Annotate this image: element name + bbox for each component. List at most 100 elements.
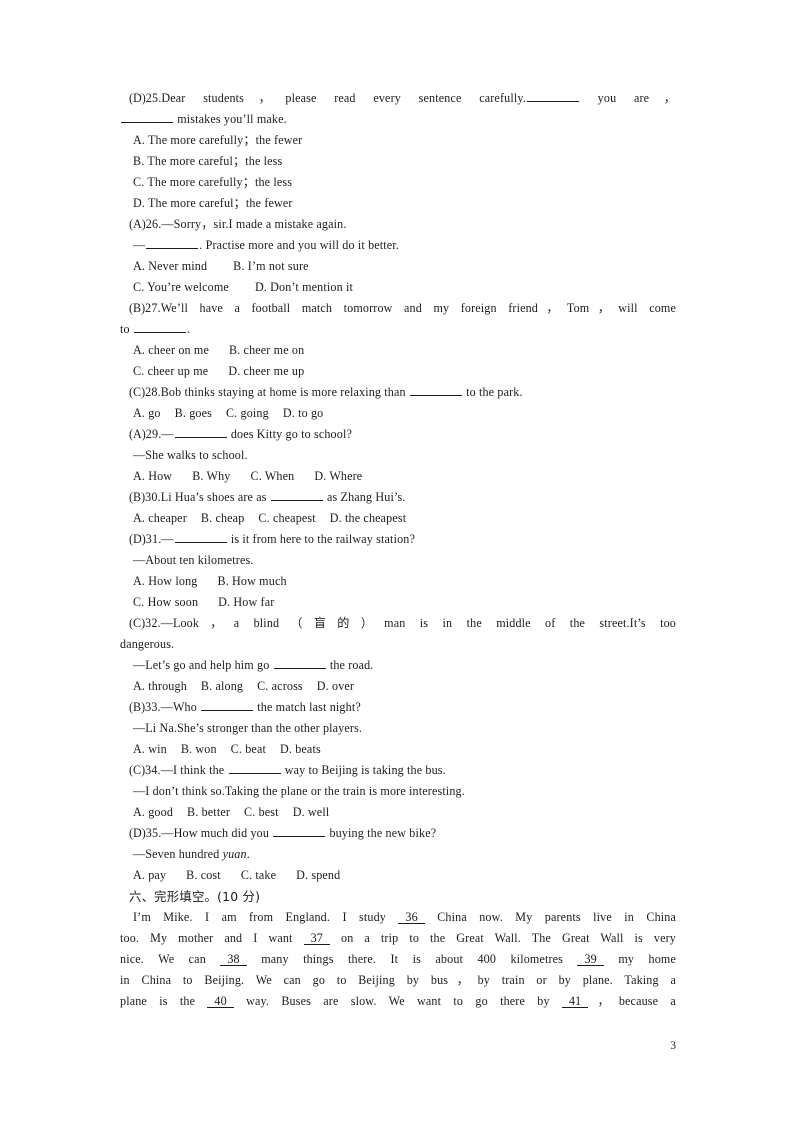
cloze-line5-a: plane is the — [120, 994, 196, 1008]
q34-option-c[interactable]: C. best — [244, 805, 279, 819]
q34-option-b[interactable]: B. better — [187, 805, 230, 819]
q31-option-b[interactable]: B. How much — [217, 574, 286, 588]
q27-option-d[interactable]: D. cheer me up — [228, 364, 304, 378]
q30-options-row-1: A. cheaper B. cheap C. cheapest D. the chea… — [120, 508, 676, 529]
cloze-blank-38[interactable]: 38 — [220, 953, 247, 967]
q32-option-a[interactable]: A. through — [133, 679, 187, 693]
q27-option-a[interactable]: A. cheer on me — [133, 343, 209, 357]
q30-option-b[interactable]: B. cheap — [201, 511, 245, 525]
q25-option-a[interactable]: A. The more carefully；the fewer — [120, 130, 676, 151]
q25-stem-text: Dear students，please read every sentence… — [161, 91, 526, 105]
q31-option-d[interactable]: D. How far — [218, 595, 274, 609]
cloze-line5-c: ，because a — [588, 994, 676, 1008]
q33-option-c[interactable]: C. beat — [231, 742, 266, 756]
q26-reply-suffix: . Practise more and you will do it bette… — [199, 238, 400, 252]
q34-options-row-1: A. good B. better C. best D. well — [120, 802, 676, 823]
q29-stem-prefix: — — [161, 427, 174, 441]
q33-option-d[interactable]: D. beats — [280, 742, 321, 756]
q26-option-d[interactable]: D. Don’t mention it — [255, 280, 353, 294]
q25-option-b[interactable]: B. The more careful；the less — [120, 151, 676, 172]
q28-option-c[interactable]: C. going — [226, 406, 269, 420]
q26-stem-text: —Sorry，sir.I made a mistake again. — [161, 217, 347, 231]
question-34-stem: (C)34.—I think the way to Beijing is tak… — [120, 760, 676, 781]
q32-option-d[interactable]: D. over — [317, 679, 354, 693]
q28-option-a[interactable]: A. go — [133, 406, 161, 420]
q26-options-row-1: A. Never mind B. I’m not sure — [120, 256, 676, 277]
q32-reply-prefix: —Let’s go and help him go — [133, 658, 270, 672]
q34-option-a[interactable]: A. good — [133, 805, 173, 819]
q25-blank-2 — [121, 111, 173, 123]
q35-option-b[interactable]: B. cost — [186, 868, 221, 882]
q33-option-a[interactable]: A. win — [133, 742, 167, 756]
q29-option-a[interactable]: A. How — [133, 469, 172, 483]
q31-stem-suffix: is it from here to the railway station? — [230, 532, 415, 546]
cloze-line1-b: China now. My parents live in China — [437, 910, 677, 924]
q32-option-b[interactable]: B. along — [201, 679, 243, 693]
q33-option-b[interactable]: B. won — [181, 742, 217, 756]
q28-blank — [409, 384, 462, 396]
q27-number: 27. — [145, 301, 161, 315]
q26-option-c[interactable]: C. You’re welcome — [133, 280, 229, 294]
q30-option-c[interactable]: C. cheapest — [258, 511, 315, 525]
q26-blank — [146, 237, 199, 249]
q27-blank — [133, 321, 186, 333]
cloze-blank-37[interactable]: 37 — [303, 932, 330, 946]
q30-stem-text-2: as Zhang Hui’s. — [327, 490, 406, 504]
q30-option-d[interactable]: D. the cheapest — [330, 511, 406, 525]
q30-blank — [270, 489, 323, 501]
q33-stem-suffix: the match last night? — [257, 700, 361, 714]
q27-options-row-1: A. cheer on me B. cheer me on — [120, 340, 676, 361]
q35-answer-suffix: . — [246, 847, 250, 861]
q30-option-a[interactable]: A. cheaper — [133, 511, 187, 525]
question-32-stem: (C)32.—Look，a blind（盲的）man is in the mid… — [120, 613, 676, 634]
question-31-stem: (D)31.— is it from here to the railway s… — [120, 529, 676, 550]
q25-blank-1 — [526, 90, 579, 102]
q32-reply-line: —Let’s go and help him go the road. — [120, 655, 676, 676]
q35-blank — [273, 825, 326, 837]
q28-options-row-1: A. go B. goes C. going D. to go — [120, 403, 676, 424]
q35-option-d[interactable]: D. spend — [296, 868, 340, 882]
q29-option-c[interactable]: C. When — [251, 469, 295, 483]
cloze-blank-39[interactable]: 39 — [577, 953, 604, 967]
q27-option-b[interactable]: B. cheer me on — [229, 343, 304, 357]
cloze-blank-36[interactable]: 36 — [398, 911, 425, 925]
q31-options-row-2: C. How soon D. How far — [120, 592, 676, 613]
q28-option-d[interactable]: D. to go — [283, 406, 324, 420]
page-number: 3 — [670, 1040, 676, 1052]
cloze-blank-41[interactable]: 41 — [561, 995, 589, 1009]
cloze-line3-a: nice. We can — [120, 952, 206, 966]
q34-answer-line: —I don’t think so.Taking the plane or th… — [133, 784, 465, 798]
q25-number: 25. — [145, 91, 162, 105]
q27-option-c[interactable]: C. cheer up me — [133, 364, 208, 378]
question-27-stem-continued: to . — [120, 319, 676, 340]
q35-option-a[interactable]: A. pay — [133, 868, 166, 882]
q35-option-c[interactable]: C. take — [241, 868, 276, 882]
q29-answer-line: —She walks to school. — [133, 448, 248, 462]
q34-stem-suffix: way to Beijing is taking the bus. — [284, 763, 446, 777]
q25-option-c[interactable]: C. The more carefully；the less — [120, 172, 676, 193]
q29-option-d[interactable]: D. Where — [314, 469, 362, 483]
q26-option-a[interactable]: A. Never mind — [133, 259, 207, 273]
q31-option-c[interactable]: C. How soon — [133, 595, 198, 609]
q33-blank — [201, 699, 254, 711]
cloze-line3-b: many things there. It is about 400 kilom… — [261, 952, 564, 966]
q34-answer-tag: (C) — [129, 763, 146, 777]
q32-options-row-1: A. through B. along C. across D. over — [120, 676, 676, 697]
cloze-blank-40[interactable]: 40 — [207, 995, 234, 1009]
q31-number: 31. — [145, 532, 162, 546]
q29-option-b[interactable]: B. Why — [192, 469, 230, 483]
q26-answer-tag: (A) — [129, 217, 146, 231]
q29-number: 29. — [145, 427, 162, 441]
q29-answer-tag: (A) — [129, 427, 146, 441]
q31-answer-line: —About ten kilometres. — [133, 553, 254, 567]
question-28-stem: (C)28.Bob thinks staying at home is more… — [120, 382, 676, 403]
q33-answer-line: —Li Na.She’s stronger than the other pla… — [133, 721, 363, 735]
q25-option-d[interactable]: D. The more careful；the fewer — [120, 193, 676, 214]
q31-option-a[interactable]: A. How long — [133, 574, 197, 588]
q26-options-row-2: C. You’re welcome D. Don’t mention it — [120, 277, 676, 298]
q34-option-d[interactable]: D. well — [293, 805, 330, 819]
q32-option-c[interactable]: C. across — [257, 679, 303, 693]
q28-option-b[interactable]: B. goes — [175, 406, 212, 420]
q26-option-b[interactable]: B. I’m not sure — [233, 259, 308, 273]
q32-number: 32. — [145, 616, 161, 630]
